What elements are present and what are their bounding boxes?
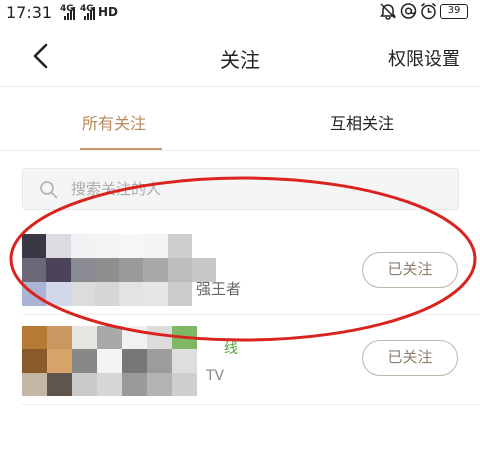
header-divider: [0, 86, 480, 87]
search-input[interactable]: [71, 177, 441, 201]
followed-button[interactable]: 已关注: [362, 252, 458, 288]
tabs-divider: [0, 150, 480, 151]
row-divider: [22, 314, 480, 315]
user-status: 线: [224, 341, 238, 357]
search-box[interactable]: [22, 168, 459, 210]
tab-mutual-follows[interactable]: 互相关注: [330, 110, 394, 134]
tab-all-follows[interactable]: 所有关注: [82, 110, 146, 134]
status-bar: 17:31 4G 4G HD 39: [0, 0, 480, 28]
status-time: 17:31: [6, 3, 53, 22]
user-name: TV: [206, 368, 225, 384]
avatar: [22, 326, 222, 396]
at-icon: [400, 2, 417, 24]
avatar: [22, 234, 216, 306]
alarm-icon: [420, 2, 437, 24]
hd-label: HD: [98, 5, 119, 19]
app-header: 关注 权限设置: [0, 28, 480, 86]
followed-button[interactable]: 已关注: [362, 340, 458, 376]
row-divider: [22, 404, 480, 405]
list-item[interactable]: 强王者 已关注: [0, 226, 480, 314]
permission-settings-button[interactable]: 权限设置: [388, 45, 460, 71]
battery-indicator: 39: [440, 4, 468, 19]
search-icon: [40, 181, 58, 199]
mute-bell-icon: [380, 2, 396, 24]
list-item[interactable]: 线 TV 已关注: [0, 316, 480, 404]
user-name: 强王者: [196, 280, 242, 298]
